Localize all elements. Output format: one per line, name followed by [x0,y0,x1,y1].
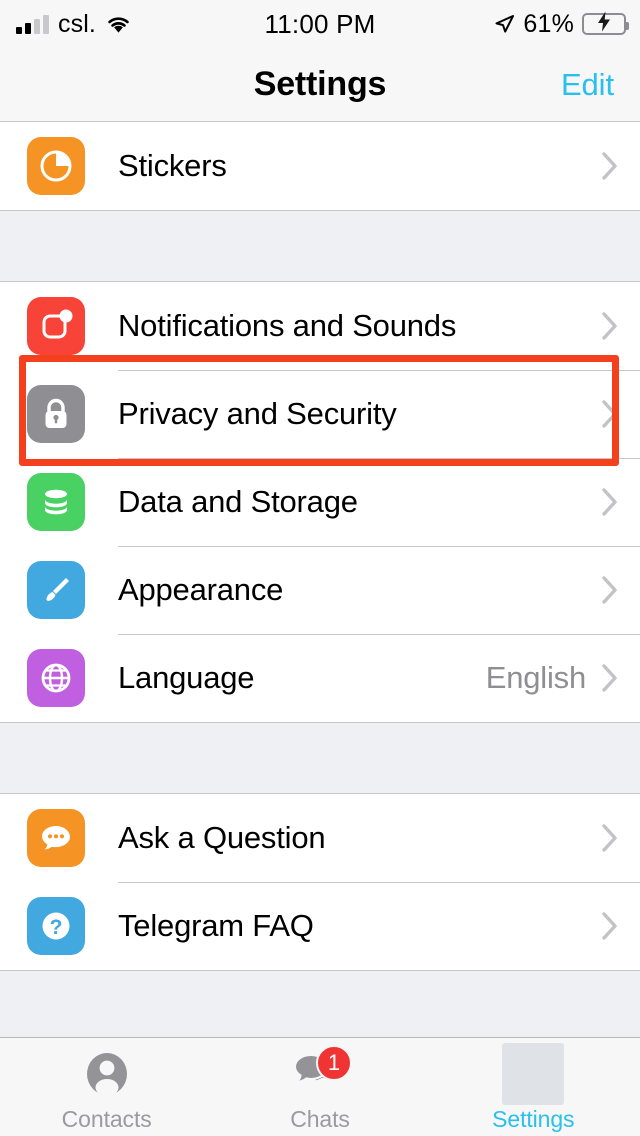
section-gap [0,971,640,1041]
settings-icon [502,1043,565,1105]
app-screen: csl. 11:00 PM 61% Settings Edit Stickers… [0,0,640,1136]
battery-charging-icon [582,11,629,35]
settings-row-label: Telegram FAQ [118,908,314,943]
chevron-right-icon [602,912,618,940]
settings-list[interactable]: Stickers Notifications and Sounds Privac… [0,121,640,1041]
settings-row-stickers[interactable]: Stickers [0,122,640,210]
preferences-section: Notifications and Sounds Privacy and Sec… [0,281,640,723]
section-gap [0,723,640,793]
settings-row-notifications[interactable]: Notifications and Sounds [0,282,640,370]
chevron-right-icon [602,152,618,180]
status-bar: csl. 11:00 PM 61% [0,0,640,48]
database-icon [27,473,85,531]
stickers-section: Stickers [0,121,640,211]
chat-bubble-icon [27,809,85,867]
chevron-right-icon [602,488,618,516]
tab-label: Settings [492,1106,575,1132]
tab-label: Contacts [61,1106,152,1132]
chats-unread-badge: 1 [315,1045,352,1081]
stickers-icon [27,137,85,195]
settings-row-label: Notifications and Sounds [118,308,457,343]
settings-row-ask-question[interactable]: Ask a Question [0,794,640,882]
settings-row-label: Language [118,660,255,695]
globe-icon [27,649,85,707]
chevron-right-icon [602,576,618,604]
settings-row-label: Ask a Question [118,820,326,855]
help-section: Ask a Question ? Telegram FAQ [0,793,640,971]
settings-row-appearance[interactable]: Appearance [0,546,640,634]
battery-percent-label: 61% [523,9,574,38]
settings-row-label: Privacy and Security [118,396,397,431]
person-icon [76,1047,138,1101]
settings-row-data-storage[interactable]: Data and Storage [0,458,640,546]
chevron-right-icon [602,664,618,692]
question-mark-icon: ? [27,897,85,955]
edit-button[interactable]: Edit [561,67,614,103]
tab-settings[interactable]: Settings [427,1038,640,1136]
navigation-bar: Settings Edit [0,48,640,121]
chevron-right-icon [602,312,618,340]
tab-label: Chats [290,1106,350,1132]
settings-row-label: Stickers [118,148,227,183]
lock-icon [27,385,85,443]
settings-row-label: Data and Storage [118,484,358,519]
page-title: Settings [253,65,387,103]
settings-row-telegram-faq[interactable]: ? Telegram FAQ [0,882,640,970]
chevron-right-icon [602,824,618,852]
status-bar-right: 61% [493,9,629,39]
chevron-right-icon [602,400,618,428]
tab-chats[interactable]: 1 Chats [213,1038,426,1136]
settings-row-privacy[interactable]: Privacy and Security [0,370,640,458]
notifications-icon [27,297,85,355]
settings-row-label: Appearance [118,572,284,607]
chats-icon: 1 [289,1045,352,1101]
location-arrow-icon [493,13,515,35]
language-value: English [485,660,586,695]
section-gap [0,211,640,281]
tab-contacts[interactable]: Contacts [0,1038,213,1136]
settings-row-language[interactable]: Language English [0,634,640,722]
tab-bar[interactable]: Contacts 1 Chats Settings [0,1037,640,1136]
paintbrush-icon [27,561,85,619]
svg-text:?: ? [50,916,63,939]
